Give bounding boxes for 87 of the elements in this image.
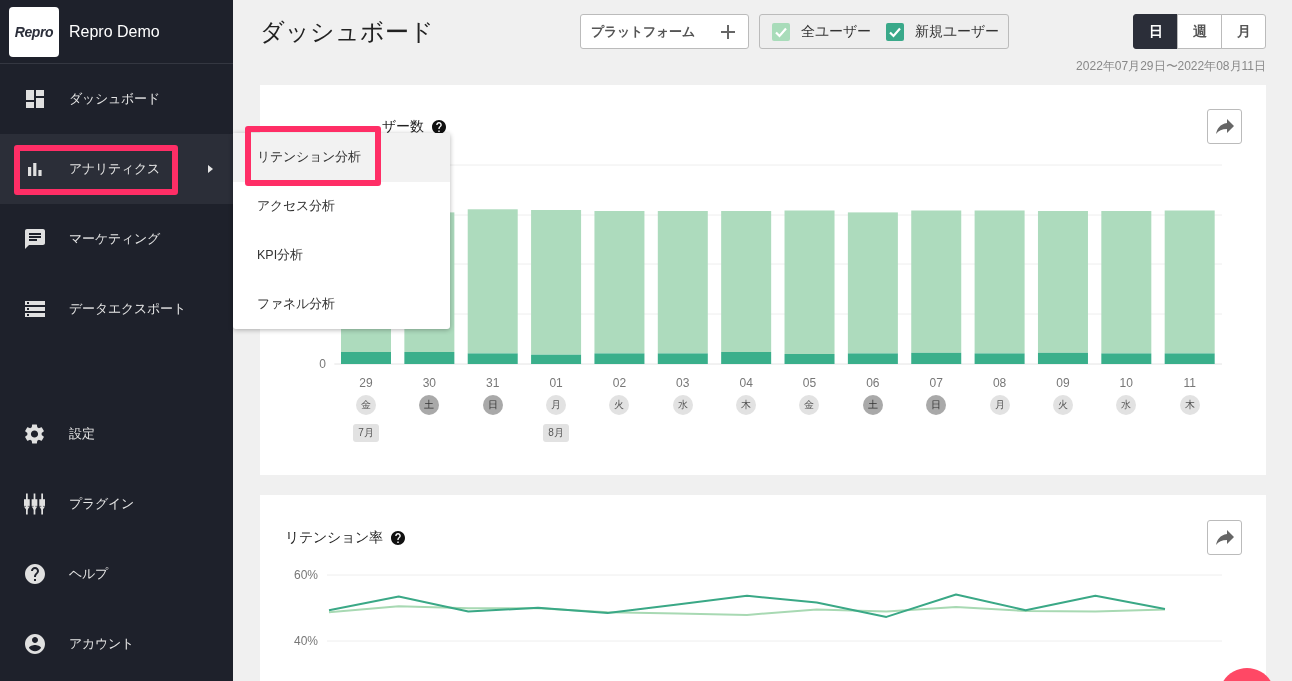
logo: Repro: [9, 6, 59, 57]
weekday-badge: 日: [482, 395, 503, 415]
share-button[interactable]: [1207, 109, 1242, 144]
date-label: 02: [612, 375, 627, 391]
menu-item[interactable]: ファネル分析: [233, 280, 450, 329]
bar-lower-segment: [974, 353, 1025, 364]
date-range: 2022年07月29日〜2022年08月11日: [1075, 58, 1266, 74]
month-badge: 7月: [353, 424, 379, 442]
help-icon: [24, 564, 45, 584]
bar-lower-segment: [1101, 353, 1152, 364]
bar-lower-segment: [594, 353, 645, 364]
menu-item[interactable]: KPI分析: [233, 231, 450, 280]
axis-label: 40%: [293, 634, 318, 648]
share-icon: [1215, 119, 1234, 134]
date-label: 04: [739, 375, 753, 391]
segment-checkbox[interactable]: 新規ユーザー: [886, 22, 999, 41]
dashboard-icon: [25, 90, 44, 108]
date-label: 03: [676, 375, 690, 391]
weekday-badge: 火: [1052, 395, 1073, 415]
checkbox[interactable]: [886, 22, 904, 41]
weekday-badge: 日: [926, 395, 947, 415]
month-badge: 8月: [543, 424, 569, 442]
date-label: 29: [359, 375, 373, 391]
weekday-badge: 金: [799, 395, 820, 415]
help-icon: [391, 530, 405, 545]
sidebar-item[interactable]: 設定: [0, 399, 233, 469]
weekday-badge: 月: [546, 395, 567, 415]
checkbox[interactable]: [772, 22, 790, 41]
weekday-badge: 土: [862, 395, 883, 415]
date-label: 06: [866, 375, 880, 391]
settings-icon: [25, 424, 44, 444]
date-label: 09: [1056, 375, 1070, 391]
menu-item[interactable]: アクセス分析: [233, 182, 450, 231]
storage-icon: [24, 301, 45, 317]
axis-label: 0: [319, 357, 326, 371]
sidebar-item[interactable]: ヘルプ: [0, 539, 233, 609]
bar-lower-segment: [657, 353, 708, 364]
date-label: 30: [422, 375, 436, 391]
bar-lower-segment: [341, 352, 391, 364]
app-name: Repro Demo: [69, 22, 160, 41]
bar-lower-segment: [784, 354, 835, 364]
segment-checkbox[interactable]: 全ユーザー: [772, 22, 871, 41]
sidebar-item[interactable]: アカウント: [0, 609, 233, 679]
floating-action-button[interactable]: [1223, 668, 1271, 681]
bar-chart-icon: [27, 162, 42, 176]
weekday-badge: 水: [1116, 395, 1137, 415]
sidebar-item[interactable]: データエクスポート: [0, 274, 233, 344]
period-tab[interactable]: 週: [1177, 14, 1222, 49]
bar-lower-segment: [531, 354, 582, 364]
bar-lower-segment: [1164, 353, 1215, 364]
card-title: リテンション率: [285, 528, 383, 547]
date-label: 31: [486, 375, 500, 391]
help-icon: [432, 119, 446, 134]
share-button[interactable]: [1207, 520, 1242, 555]
period-tab[interactable]: 日: [1133, 14, 1178, 49]
platform-button[interactable]: プラットフォーム: [580, 14, 749, 49]
weekday-badge: 木: [1179, 395, 1200, 415]
bar-lower-segment: [404, 352, 455, 364]
bar-lower-segment: [467, 353, 518, 364]
sidebar-item[interactable]: プラグイン: [0, 469, 233, 539]
menu-item[interactable]: リテンション分析: [233, 133, 450, 182]
weekday-badge: 火: [609, 395, 630, 415]
sidebar-item[interactable]: ダッシュボード: [0, 64, 233, 134]
date-label: 01: [549, 375, 563, 391]
date-label: 08: [992, 375, 1007, 391]
plus-icon: [721, 24, 735, 39]
plugs-icon: [24, 493, 45, 515]
sidebar-item[interactable]: マーケティング: [0, 204, 233, 274]
account-icon: [24, 634, 45, 654]
card-title: ザー数: [382, 117, 424, 136]
caret-icon: [208, 165, 213, 173]
weekday-badge: 月: [989, 395, 1010, 415]
weekday-badge: 木: [736, 395, 757, 415]
share-icon: [1215, 530, 1234, 545]
weekday-badge: 土: [419, 395, 440, 415]
date-label: 10: [1119, 375, 1133, 391]
weekday-badge: 水: [672, 395, 693, 415]
chat-icon: [24, 229, 45, 249]
page-title: ダッシュボード: [260, 17, 435, 47]
bar-lower-segment: [847, 353, 898, 364]
period-tab[interactable]: 月: [1221, 14, 1266, 49]
date-label: 07: [929, 375, 943, 391]
bar-lower-segment: [721, 352, 772, 364]
axis-label: 60%: [293, 568, 318, 582]
weekday-badge: 金: [355, 395, 376, 415]
date-label: 11: [1183, 375, 1196, 391]
date-label: 05: [802, 375, 817, 391]
